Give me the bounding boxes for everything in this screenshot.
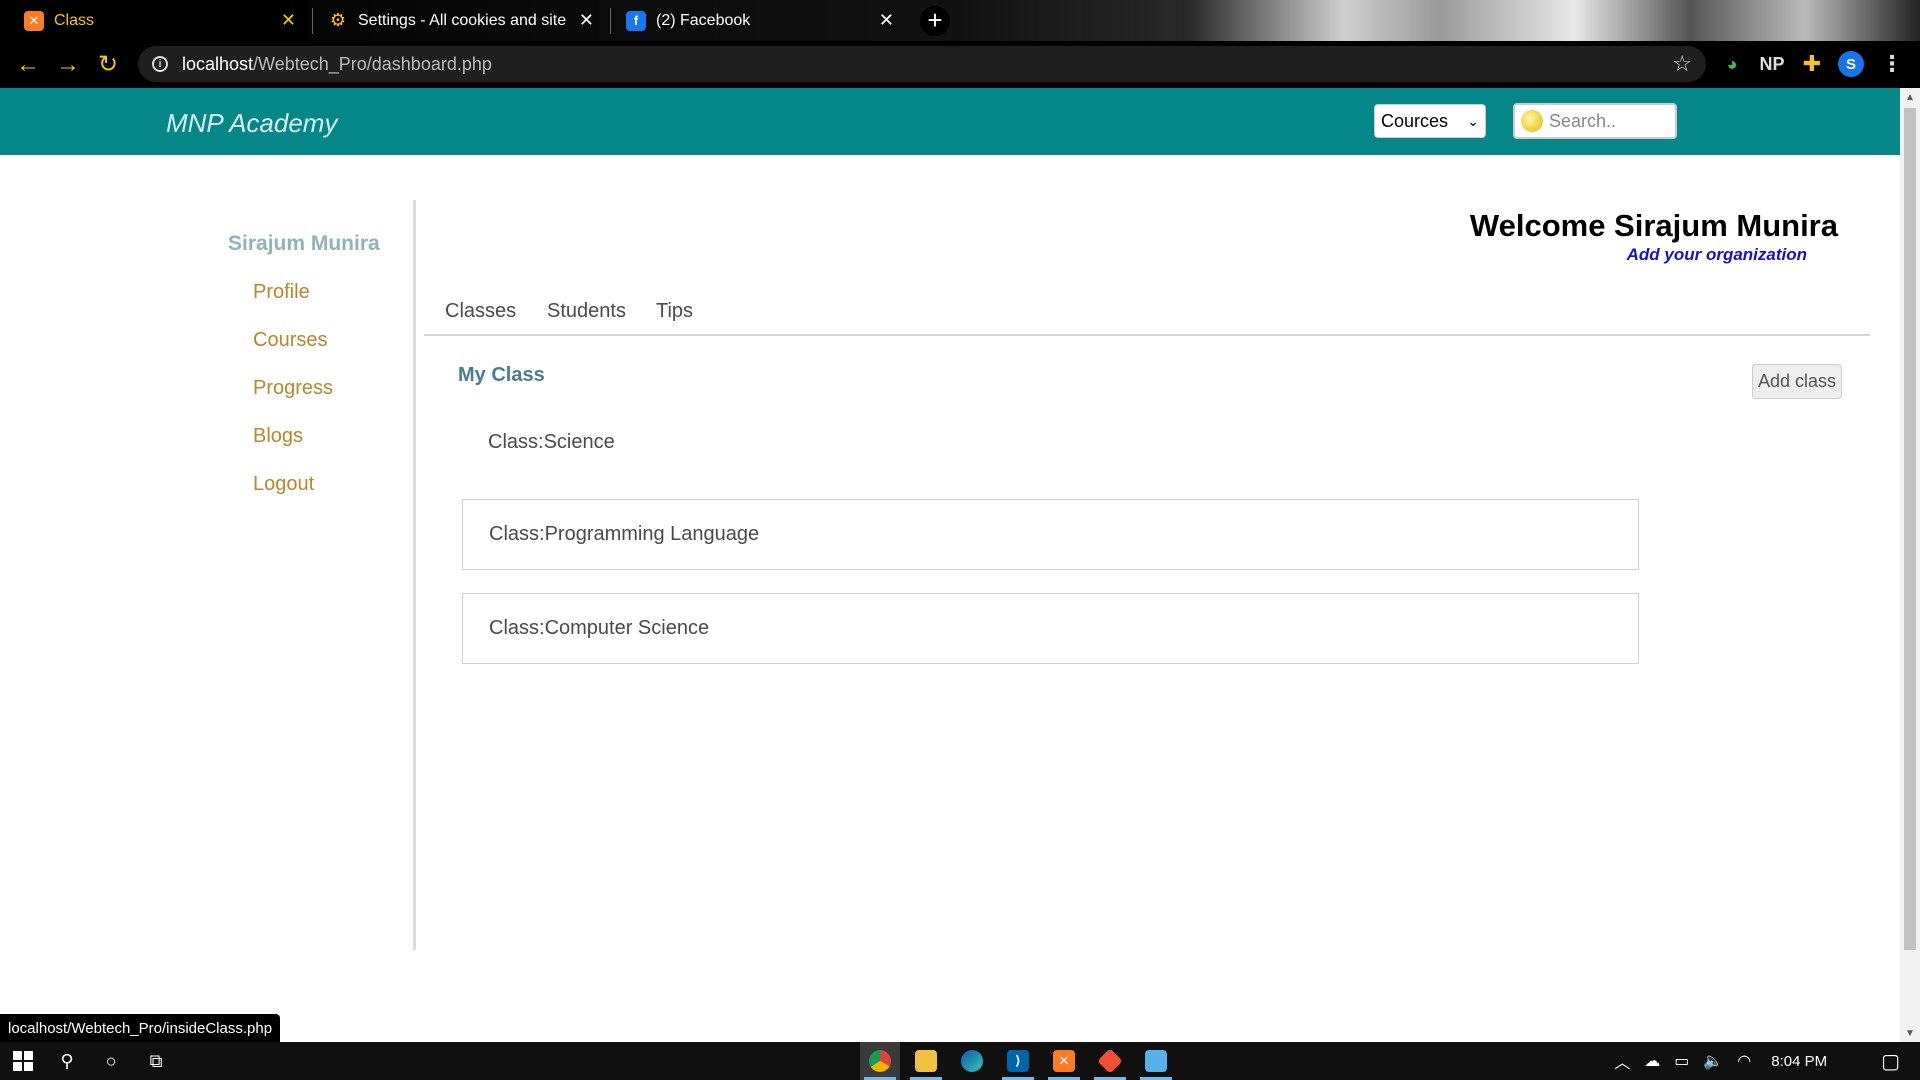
tab-divider bbox=[312, 8, 313, 34]
taskbar-clock[interactable]: 8:04 PM bbox=[1771, 1053, 1827, 1070]
edge-icon bbox=[961, 1050, 983, 1072]
content-tabs: Classes Students Tips bbox=[424, 288, 1870, 336]
close-tab-icon[interactable]: ✕ bbox=[281, 10, 296, 31]
search-input[interactable]: Search.. bbox=[1513, 103, 1677, 139]
chevron-up-icon[interactable]: ︿ bbox=[1614, 1049, 1630, 1073]
taskbar-git-icon[interactable] bbox=[1090, 1042, 1130, 1080]
wifi-icon[interactable]: ◠ bbox=[1737, 1051, 1751, 1071]
volume-icon[interactable]: 🔈 bbox=[1703, 1051, 1723, 1071]
system-tray: ︿ ☁ ▭ 🔈 ◠ 8:04 PM ▢ bbox=[1614, 1042, 1920, 1080]
courses-dropdown[interactable]: Cources ⌄ bbox=[1374, 104, 1486, 138]
onedrive-cloud-icon[interactable]: ☁ bbox=[1644, 1051, 1660, 1071]
browser-tab-settings[interactable]: ⚙ Settings - All cookies and site data ✕ bbox=[316, 0, 606, 41]
browser-tab-facebook[interactable]: f (2) Facebook ✕ bbox=[614, 0, 906, 41]
class-card-label: Class:Computer Science bbox=[489, 617, 710, 639]
class-card-computer-science[interactable]: Class:Computer Science bbox=[462, 593, 1639, 664]
search-placeholder: Search.. bbox=[1549, 110, 1617, 131]
browser-tab-strip: ✕ Class ✕ ⚙ Settings - All cookies and s… bbox=[0, 0, 1920, 41]
windows-logo-icon bbox=[13, 1051, 33, 1071]
url-host: localhost bbox=[182, 53, 254, 74]
brand-logo[interactable]: MNP Academy bbox=[166, 108, 337, 139]
sidebar-link-profile[interactable]: Profile bbox=[253, 281, 310, 304]
folder-icon bbox=[915, 1050, 937, 1072]
address-bar[interactable]: i localhost /Webtech_Pro/dashboard.php ☆ bbox=[138, 46, 1706, 82]
search-icon[interactable]: ⚲ bbox=[52, 1046, 82, 1076]
taskbar-chrome-icon[interactable] bbox=[860, 1042, 900, 1080]
sidebar-link-courses[interactable]: Courses bbox=[253, 329, 327, 352]
tab-title: Settings - All cookies and site data bbox=[358, 11, 569, 29]
welcome-heading: Welcome Sirajum Munira bbox=[1469, 208, 1838, 243]
my-class-heading: My Class bbox=[458, 364, 545, 386]
kebab-menu-icon[interactable]: ⋮ bbox=[1878, 50, 1906, 78]
site-info-icon[interactable]: i bbox=[152, 56, 168, 72]
taskbar-edge-icon[interactable] bbox=[952, 1042, 992, 1080]
link-status-bubble: localhost/Webtech_Pro/insideClass.php bbox=[0, 1014, 281, 1042]
notification-center-icon[interactable]: ▢ bbox=[1881, 1049, 1900, 1074]
sidebar-link-progress[interactable]: Progress bbox=[253, 377, 333, 400]
tab-title: Class bbox=[54, 11, 95, 29]
git-icon bbox=[1097, 1048, 1123, 1074]
search-icon bbox=[1521, 110, 1543, 132]
gear-icon: ⚙ bbox=[329, 10, 347, 30]
back-arrow-icon[interactable]: ← bbox=[8, 45, 48, 85]
np-extension-icon[interactable]: NP bbox=[1758, 50, 1786, 78]
sidebar-link-logout[interactable]: Logout bbox=[253, 473, 314, 496]
chrome-icon bbox=[869, 1050, 891, 1072]
class-card-programming-language[interactable]: Class:Programming Language bbox=[462, 499, 1639, 570]
new-tab-button[interactable]: + bbox=[920, 6, 950, 36]
battery-icon[interactable]: ▭ bbox=[1674, 1051, 1689, 1071]
add-organization-link[interactable]: Add your organization bbox=[1627, 245, 1807, 265]
courses-dropdown-value: Cources bbox=[1381, 110, 1449, 131]
tab-divider bbox=[610, 8, 611, 34]
facebook-icon: f bbox=[626, 10, 646, 31]
class-card-label: Class:Programming Language bbox=[489, 523, 760, 545]
taskbar-file-explorer-icon[interactable] bbox=[906, 1042, 946, 1080]
sidebar-user-name: Sirajum Munira bbox=[228, 232, 380, 255]
cortana-circle-icon[interactable]: ○ bbox=[96, 1046, 126, 1076]
close-tab-icon[interactable]: ✕ bbox=[579, 10, 594, 31]
tab-tips[interactable]: Tips bbox=[656, 300, 693, 323]
puzzle-extensions-icon[interactable]: ✚ bbox=[1798, 50, 1826, 78]
vscode-icon: ⟩ bbox=[1007, 1050, 1029, 1072]
web-page: MNP Academy Cources ⌄ Search.. Sirajum M… bbox=[0, 88, 1900, 1042]
taskbar-xampp-icon[interactable]: ✕ bbox=[1044, 1042, 1084, 1080]
scroll-down-arrow-icon[interactable]: ▼ bbox=[1905, 1028, 1915, 1039]
browser-toolbar: ← → ↻ i localhost /Webtech_Pro/dashboard… bbox=[0, 41, 1920, 88]
bookmark-star-icon[interactable]: ☆ bbox=[1672, 51, 1692, 77]
notepad-icon bbox=[1145, 1050, 1167, 1072]
reload-icon[interactable]: ↻ bbox=[88, 45, 128, 85]
class-card-label: Class:Science bbox=[488, 431, 615, 453]
tab-classes[interactable]: Classes bbox=[445, 300, 516, 323]
sidebar-link-blogs[interactable]: Blogs bbox=[253, 425, 303, 448]
add-class-button[interactable]: Add class bbox=[1752, 364, 1842, 399]
page-scrollbar[interactable]: ▲ ▼ bbox=[1900, 88, 1920, 1042]
xampp-icon: ✕ bbox=[24, 10, 44, 31]
close-tab-icon[interactable]: ✕ bbox=[879, 10, 894, 31]
taskbar-notepad-icon[interactable] bbox=[1136, 1042, 1176, 1080]
xampp-icon: ✕ bbox=[1053, 1050, 1075, 1072]
class-card-science[interactable]: Class:Science bbox=[462, 407, 1639, 478]
site-header: MNP Academy Cources ⌄ Search.. bbox=[0, 88, 1900, 155]
taskbar-vscode-icon[interactable]: ⟩ bbox=[998, 1042, 1038, 1080]
windows-start-icon[interactable] bbox=[8, 1046, 38, 1076]
scrollbar-thumb[interactable] bbox=[1904, 108, 1916, 950]
tab-students[interactable]: Students bbox=[547, 300, 626, 323]
task-view-icon[interactable]: ⧉ bbox=[141, 1046, 171, 1076]
extension-globe-icon[interactable]: ◕ bbox=[1718, 50, 1746, 78]
scroll-up-arrow-icon[interactable]: ▲ bbox=[1905, 92, 1915, 103]
sidebar: Sirajum Munira Profile Courses Progress … bbox=[0, 200, 416, 950]
chevron-down-icon: ⌄ bbox=[1467, 112, 1479, 129]
tab-title: (2) Facebook bbox=[656, 11, 751, 29]
profile-avatar[interactable]: S bbox=[1838, 51, 1864, 77]
browser-tab-class[interactable]: ✕ Class ✕ bbox=[12, 0, 308, 41]
windows-taskbar: ⚲ ○ ⧉ ⟩ ✕ ︿ ☁ ▭ 🔈 ◠ 8:04 PM ▢ bbox=[0, 1042, 1920, 1080]
forward-arrow-icon[interactable]: → bbox=[48, 45, 88, 85]
url-path: /Webtech_Pro/dashboard.php bbox=[253, 53, 492, 74]
